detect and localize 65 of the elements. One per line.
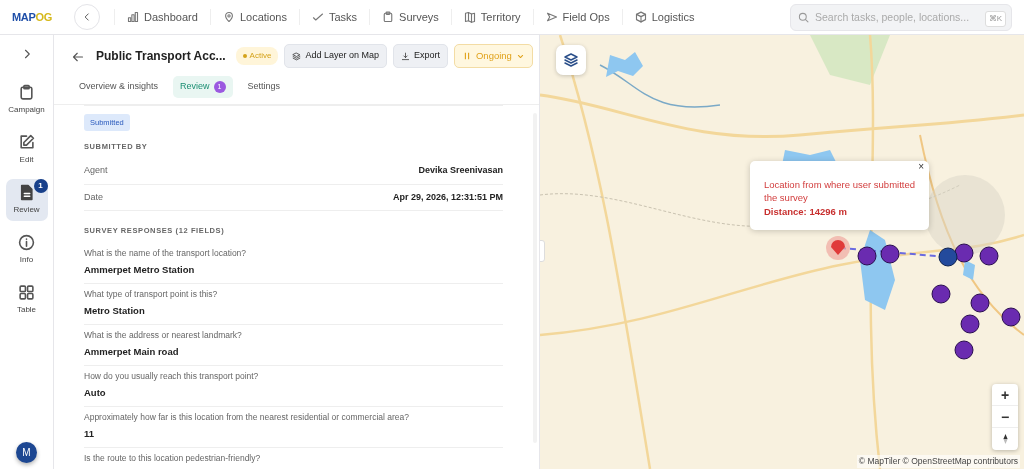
- document-icon: [18, 184, 35, 201]
- nav-link[interactable]: Logistics: [621, 8, 707, 26]
- tab[interactable]: Overview & insights: [72, 76, 166, 98]
- caret-icon: [516, 52, 524, 60]
- avatar[interactable]: M: [16, 442, 37, 463]
- rail-item[interactable]: Info: [5, 229, 48, 271]
- question-text: What is the address or nearest landmark?: [84, 328, 243, 342]
- question-text: Is the route to this location pedestrian-friendly?: [84, 451, 262, 465]
- clipboard-icon: [382, 11, 395, 23]
- collapse-button[interactable]: [74, 4, 101, 30]
- send-icon: [545, 11, 558, 23]
- search-icon: [798, 11, 809, 23]
- count-badge: 1: [33, 179, 48, 193]
- tab[interactable]: Settings: [240, 76, 288, 98]
- zoom-out-button[interactable]: −: [992, 406, 1018, 428]
- rail-item[interactable]: Campaign: [5, 79, 48, 121]
- field-label: Date: [84, 190, 103, 204]
- info-icon: [18, 234, 35, 251]
- answer-text: Ammerpet Main road: [84, 345, 180, 360]
- answer-text: Auto: [84, 386, 107, 401]
- check-icon: [312, 11, 324, 23]
- campaign-title: Public Transport Acc...: [96, 48, 226, 66]
- field-value: Apr 29, 2026, 12:31:51 PM: [392, 190, 503, 204]
- map-icon: [463, 11, 476, 23]
- nav-link[interactable]: Tasks: [299, 8, 370, 26]
- field-value: Devika Sreenivasan: [418, 164, 503, 178]
- answer-text: Metro Station: [84, 304, 146, 319]
- rail-item[interactable]: Table: [5, 279, 48, 321]
- layers-icon: [563, 52, 579, 68]
- question-text: What type of transport point is this?: [84, 287, 219, 301]
- layers-icon: [292, 51, 302, 61]
- layers-button[interactable]: [556, 45, 586, 75]
- status-badge: Active: [235, 47, 279, 66]
- map-attribution: © MapTiler © OpenStreetMap contributors: [856, 455, 1020, 468]
- nav-link[interactable]: Surveys: [369, 8, 451, 26]
- box-icon: [634, 11, 647, 23]
- rail-item[interactable]: Edit: [5, 129, 48, 171]
- nav-link[interactable]: Territory: [450, 8, 533, 26]
- nav-link[interactable]: Field Ops: [532, 8, 622, 26]
- question-text: What is the name of the transport location?: [84, 246, 248, 260]
- nav-link[interactable]: Dashboard: [114, 8, 210, 26]
- edit-icon: [18, 134, 35, 151]
- download-icon: [400, 51, 410, 61]
- grid-icon: [18, 284, 35, 301]
- action-button[interactable]: Add Layer on Map: [284, 44, 387, 68]
- map-pin-icon: [222, 11, 235, 23]
- close-button[interactable]: ×: [916, 161, 926, 173]
- arrow-left-icon: [72, 50, 84, 63]
- logo: MAPOG: [12, 9, 53, 25]
- zoom-in-button[interactable]: +: [992, 384, 1018, 406]
- compass-icon: [1001, 433, 1009, 445]
- answer-text: 11: [84, 427, 96, 442]
- action-button[interactable]: Export: [392, 44, 448, 68]
- distance-text: Distance: 14296 m: [764, 204, 848, 218]
- question-text: How do you usually reach this transport point?: [84, 369, 260, 383]
- answer-text: Ammerpet Metro Station: [84, 263, 196, 278]
- chart-icon: [127, 11, 140, 23]
- popup-message: Location from where user submitted the survey: [764, 178, 917, 205]
- question-text: Approximately how far is this location from the nearest residential or commercial area?: [84, 410, 411, 424]
- rail-item[interactable]: Review 1: [5, 179, 48, 221]
- field-label: Agent: [84, 164, 108, 178]
- clipboard-icon: [18, 84, 35, 101]
- status-dot-icon: [242, 54, 247, 58]
- nav-link[interactable]: Locations: [209, 8, 299, 26]
- pause-icon: [462, 52, 471, 61]
